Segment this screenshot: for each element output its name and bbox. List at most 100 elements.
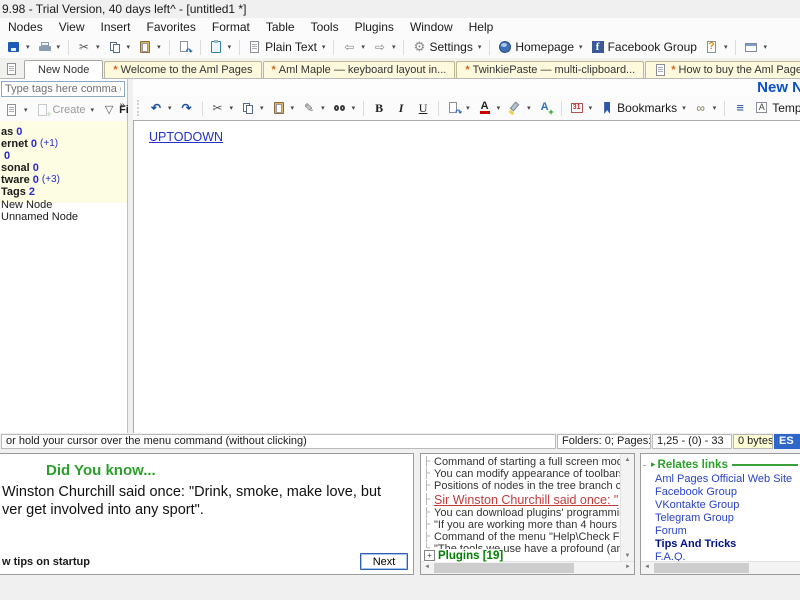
paste-special-button[interactable] xyxy=(175,39,195,55)
chevron-down-icon[interactable] xyxy=(579,43,583,51)
tag-row[interactable]: as0 xyxy=(0,126,127,138)
chevron-down-icon[interactable] xyxy=(157,43,161,51)
tip-item[interactable]: You can modify appearance of toolbars - … xyxy=(423,468,620,480)
find-button[interactable] xyxy=(330,100,359,116)
horizontal-scrollbar[interactable] xyxy=(641,561,800,574)
help-button[interactable] xyxy=(702,39,731,55)
globe-button[interactable]: Homepage xyxy=(495,39,585,55)
related-link[interactable]: VKontakte Group xyxy=(641,499,800,512)
chevron-down-icon[interactable] xyxy=(497,104,501,112)
related-link[interactable]: Forum xyxy=(641,525,800,538)
undo-button[interactable] xyxy=(146,100,175,116)
clipboard-button[interactable] xyxy=(206,39,235,55)
doc-button[interactable] xyxy=(2,102,31,118)
copy-button[interactable] xyxy=(238,100,267,116)
chevron-down-icon[interactable] xyxy=(713,104,717,112)
chevron-down-icon[interactable] xyxy=(321,104,325,112)
menu-window[interactable]: Window xyxy=(402,18,461,36)
chevron-down-icon[interactable] xyxy=(291,104,295,112)
chevron-down-icon[interactable] xyxy=(24,106,28,114)
chevron-down-icon[interactable] xyxy=(724,43,728,51)
print-button[interactable] xyxy=(35,39,64,55)
related-link[interactable]: Aml Pages Official Web Site xyxy=(641,473,800,486)
italic-button[interactable] xyxy=(391,100,411,116)
editor-canvas[interactable]: UPTODOWN xyxy=(133,120,800,433)
tip-item[interactable]: Positions of nodes in the tree branch ca… xyxy=(423,480,620,492)
fontgrow-button[interactable] xyxy=(536,100,556,116)
chevron-down-icon[interactable] xyxy=(26,43,30,51)
related-link[interactable]: Facebook Group xyxy=(641,486,800,499)
templates-button[interactable]: Templates xyxy=(752,100,800,116)
chevron-down-icon[interactable] xyxy=(168,104,172,112)
menu-table[interactable]: Table xyxy=(258,18,303,36)
create-button[interactable]: Create xyxy=(33,102,98,118)
chevron-down-icon[interactable] xyxy=(392,43,396,51)
doc-button[interactable]: Plain Text xyxy=(245,39,328,55)
tab-3[interactable]: *TwinkiePaste — multi-clipboard... xyxy=(456,61,644,78)
forward-button[interactable] xyxy=(370,39,399,55)
chevron-down-icon[interactable] xyxy=(466,104,470,112)
scrollbar-thumb[interactable] xyxy=(654,563,749,573)
date-button[interactable] xyxy=(567,100,596,116)
chevron-down-icon[interactable] xyxy=(589,104,593,112)
paste-button[interactable] xyxy=(135,39,164,55)
bold-button[interactable] xyxy=(369,100,389,116)
copy-button[interactable] xyxy=(105,39,134,55)
gear-button[interactable]: Settings xyxy=(409,39,484,55)
paste-button[interactable] xyxy=(269,100,298,116)
chevron-down-icon[interactable] xyxy=(260,104,264,112)
window-button[interactable] xyxy=(741,39,770,55)
save-button[interactable] xyxy=(4,39,33,55)
chevron-down-icon[interactable] xyxy=(361,43,365,51)
scroll-left-icon[interactable] xyxy=(641,562,653,573)
chevron-down-icon[interactable] xyxy=(127,43,131,51)
chevron-down-icon[interactable] xyxy=(322,43,326,51)
painter-button[interactable] xyxy=(299,100,328,116)
fontcolor-button[interactable] xyxy=(475,100,504,116)
tab-1[interactable]: *Welcome to the Aml Pages xyxy=(104,61,261,78)
tip-item[interactable]: Sir Winston Churchill said once: " xyxy=(423,492,620,507)
menu-view[interactable]: View xyxy=(51,18,93,36)
tip-item[interactable]: Command of the menu "Help\Check For Upd xyxy=(423,531,620,543)
tab-4[interactable]: *How to buy the Aml Pages xyxy=(645,61,800,78)
chevron-down-icon[interactable] xyxy=(763,43,767,51)
tip-item[interactable]: "If you are working more than 4 hours a … xyxy=(423,519,620,531)
menu-nodes[interactable]: Nodes xyxy=(0,18,51,36)
tree-node[interactable]: New Node xyxy=(0,199,127,211)
plugins-node[interactable]: Plugins [19] xyxy=(424,549,503,562)
horizontal-scrollbar[interactable] xyxy=(421,561,634,574)
chevron-down-icon[interactable] xyxy=(91,106,95,114)
cut-button[interactable] xyxy=(208,100,237,116)
chevron-down-icon[interactable] xyxy=(527,104,531,112)
collapse-icon[interactable] xyxy=(643,460,651,470)
tag-row[interactable]: tware0(+3) xyxy=(0,174,127,186)
chevron-down-icon[interactable] xyxy=(230,104,234,112)
list-button[interactable] xyxy=(730,100,750,116)
cut-button[interactable] xyxy=(74,39,103,55)
scroll-left-icon[interactable] xyxy=(421,562,433,573)
menu-favorites[interactable]: Favorites xyxy=(139,18,204,36)
expand-icon[interactable] xyxy=(424,550,435,561)
vertical-scrollbar[interactable] xyxy=(620,454,634,562)
tab-2[interactable]: *Aml Maple — keyboard layout in... xyxy=(263,61,456,78)
title-bar[interactable]: 9.98 - Trial Version, 40 days left^ - [u… xyxy=(0,0,800,18)
back-button[interactable] xyxy=(339,39,368,55)
scrollbar-thumb[interactable] xyxy=(434,563,574,573)
tree-node[interactable]: Unnamed Node xyxy=(0,211,127,223)
next-button[interactable]: Next xyxy=(360,553,408,570)
menu-help[interactable]: Help xyxy=(461,18,502,36)
chevron-down-icon[interactable] xyxy=(478,43,482,51)
scroll-up-icon[interactable] xyxy=(621,454,634,466)
toolbar-overflow-chevron[interactable]: » xyxy=(119,100,125,111)
tag-row[interactable]: sonal0 xyxy=(0,162,127,174)
menu-insert[interactable]: Insert xyxy=(92,18,138,36)
menu-tools[interactable]: Tools xyxy=(303,18,347,36)
chevron-down-icon[interactable] xyxy=(57,43,61,51)
uptodown-link[interactable]: UPTODOWN xyxy=(149,130,223,144)
show-tips-checkbox[interactable]: w tips on startup xyxy=(2,556,90,568)
facebook-button[interactable]: Facebook Group xyxy=(588,39,700,55)
link-button[interactable] xyxy=(691,100,720,116)
related-link[interactable]: Telegram Group xyxy=(641,512,800,525)
menu-plugins[interactable]: Plugins xyxy=(347,18,402,36)
underline-button[interactable] xyxy=(413,100,433,116)
